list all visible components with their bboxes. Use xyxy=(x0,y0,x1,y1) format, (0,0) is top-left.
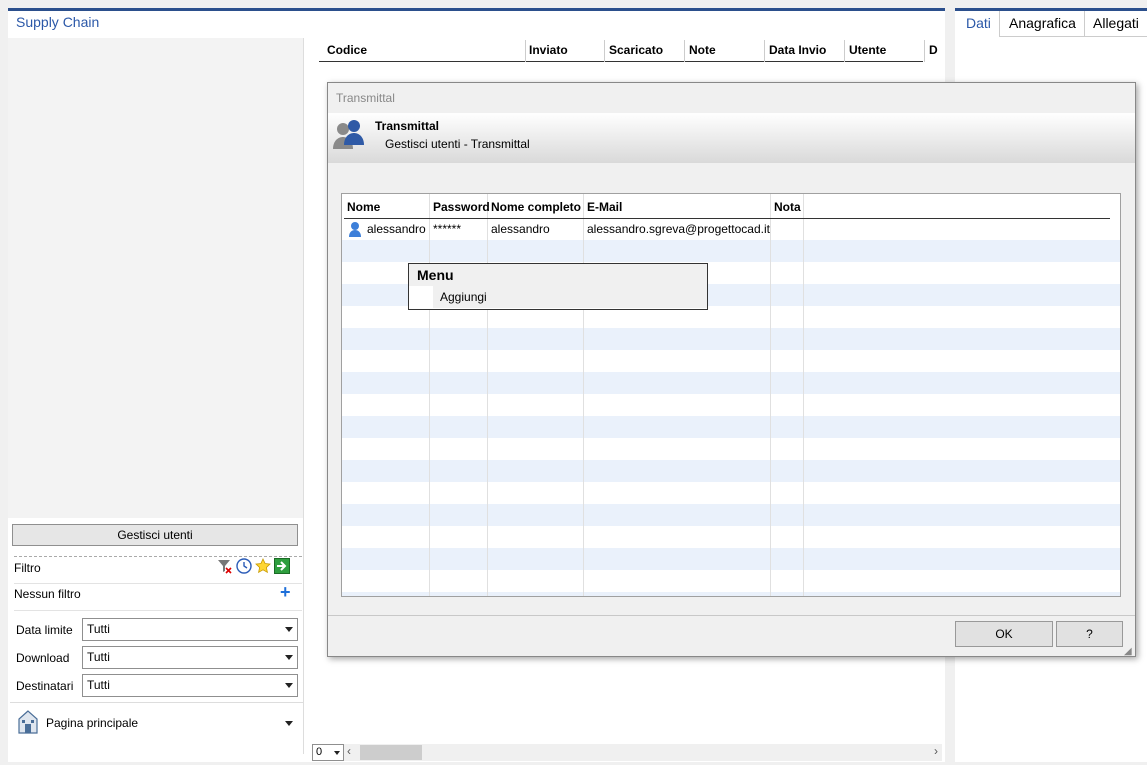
filter-toolbar xyxy=(217,558,290,574)
table-row[interactable] xyxy=(342,592,1120,596)
context-menu-title: Menu xyxy=(409,264,707,286)
tab-underline xyxy=(1000,36,1147,37)
resize-grip-icon[interactable]: ◢ xyxy=(1124,646,1132,657)
filter-download-label: Download xyxy=(16,651,70,665)
divider xyxy=(14,583,302,584)
tab-allegati[interactable]: Allegati xyxy=(1085,11,1147,37)
horizontal-scrollbar[interactable]: ‹ › xyxy=(344,744,942,761)
left-tree-area xyxy=(8,38,304,518)
scroll-left-icon[interactable]: ‹ xyxy=(347,744,351,758)
page-select[interactable]: 0 xyxy=(312,744,344,761)
filter-download-select[interactable]: Tutti xyxy=(82,646,298,669)
filter-recipients-select[interactable]: Tutti xyxy=(82,674,298,697)
col-note[interactable]: Note xyxy=(689,43,716,57)
context-menu: Menu Aggiungi xyxy=(408,263,708,310)
users-icon xyxy=(332,118,366,155)
dialog-header-title: Transmittal xyxy=(375,119,440,133)
filter-date-value: Tutti xyxy=(87,622,110,636)
page-value: 0 xyxy=(316,746,323,758)
table-row[interactable] xyxy=(342,460,1120,482)
chevron-down-icon xyxy=(285,683,293,688)
footer-divider xyxy=(328,615,1135,616)
scroll-thumb[interactable] xyxy=(360,745,422,760)
col-codice[interactable]: Codice xyxy=(327,43,367,57)
splitter[interactable] xyxy=(303,38,304,754)
col-email[interactable]: E-Mail xyxy=(587,200,622,214)
col-nome[interactable]: Nome xyxy=(347,200,380,214)
no-filter-label: Nessun filtro xyxy=(14,587,81,601)
filter-recipients-value: Tutti xyxy=(87,678,110,692)
chevron-down-icon xyxy=(285,655,293,660)
table-row[interactable] xyxy=(342,328,1120,350)
home-icon xyxy=(18,710,38,737)
divider xyxy=(14,556,302,557)
ok-button[interactable]: OK xyxy=(955,621,1053,647)
clear-filter-icon[interactable] xyxy=(217,558,233,574)
tab-anagrafica[interactable]: Anagrafica xyxy=(1001,11,1085,37)
table-row[interactable] xyxy=(342,240,1120,262)
users-table: alessandro ****** alessandro alessandro.… xyxy=(341,193,1121,597)
filter-date-select[interactable]: Tutti xyxy=(82,618,298,641)
apply-arrow-icon[interactable] xyxy=(274,558,290,574)
tab-dati[interactable]: Dati xyxy=(958,11,1000,37)
table-row[interactable] xyxy=(342,504,1120,526)
help-button[interactable]: ? xyxy=(1056,621,1123,647)
table-row[interactable] xyxy=(342,372,1120,394)
col-d[interactable]: D xyxy=(929,43,938,57)
dialog-header-subtitle: Gestisci utenti - Transmittal xyxy=(385,137,530,151)
col-inviato[interactable]: Inviato xyxy=(529,43,568,57)
add-filter-icon[interactable]: + xyxy=(280,582,291,603)
header-divider xyxy=(344,218,1110,219)
cell-nome-completo: alessandro xyxy=(491,222,550,236)
clock-icon[interactable] xyxy=(236,558,252,574)
home-label: Pagina principale xyxy=(46,716,139,730)
chevron-down-icon[interactable] xyxy=(285,721,293,726)
cell-password: ****** xyxy=(433,222,462,236)
window-title: Supply Chain xyxy=(16,14,100,30)
cell-email: alessandro.sgreva@progettocad.it xyxy=(587,222,770,236)
divider xyxy=(14,610,302,611)
table-row[interactable]: alessandro ****** alessandro alessandro.… xyxy=(342,218,1120,240)
col-data-invio[interactable]: Data Invio xyxy=(769,43,826,57)
menu-item-aggiungi[interactable]: Aggiungi xyxy=(433,286,707,308)
col-scaricato[interactable]: Scaricato xyxy=(609,43,663,57)
manage-users-button[interactable]: Gestisci utenti xyxy=(12,524,298,546)
chevron-down-icon xyxy=(334,751,340,755)
table-row[interactable] xyxy=(342,416,1120,438)
filter-date-label: Data limite xyxy=(16,623,73,637)
filter-recipients-label: Destinatari xyxy=(16,679,74,693)
dialog-title: Transmittal xyxy=(336,91,395,105)
col-nota[interactable]: Nota xyxy=(774,200,801,214)
col-nome-completo[interactable]: Nome completo xyxy=(491,200,581,214)
cell-nome: alessandro xyxy=(367,222,426,236)
grid-header: Codice Inviato Scaricato Note Data Invio… xyxy=(319,40,938,62)
chevron-down-icon xyxy=(285,627,293,632)
star-icon[interactable] xyxy=(255,558,271,574)
col-password[interactable]: Password xyxy=(433,200,490,214)
scroll-right-icon[interactable]: › xyxy=(934,744,938,758)
col-utente[interactable]: Utente xyxy=(849,43,886,57)
user-icon xyxy=(348,221,362,240)
pager-bar: 0 ‹ › xyxy=(312,744,942,762)
filter-download-value: Tutti xyxy=(87,650,110,664)
table-row[interactable] xyxy=(342,548,1120,570)
filter-label: Filtro xyxy=(14,561,41,575)
